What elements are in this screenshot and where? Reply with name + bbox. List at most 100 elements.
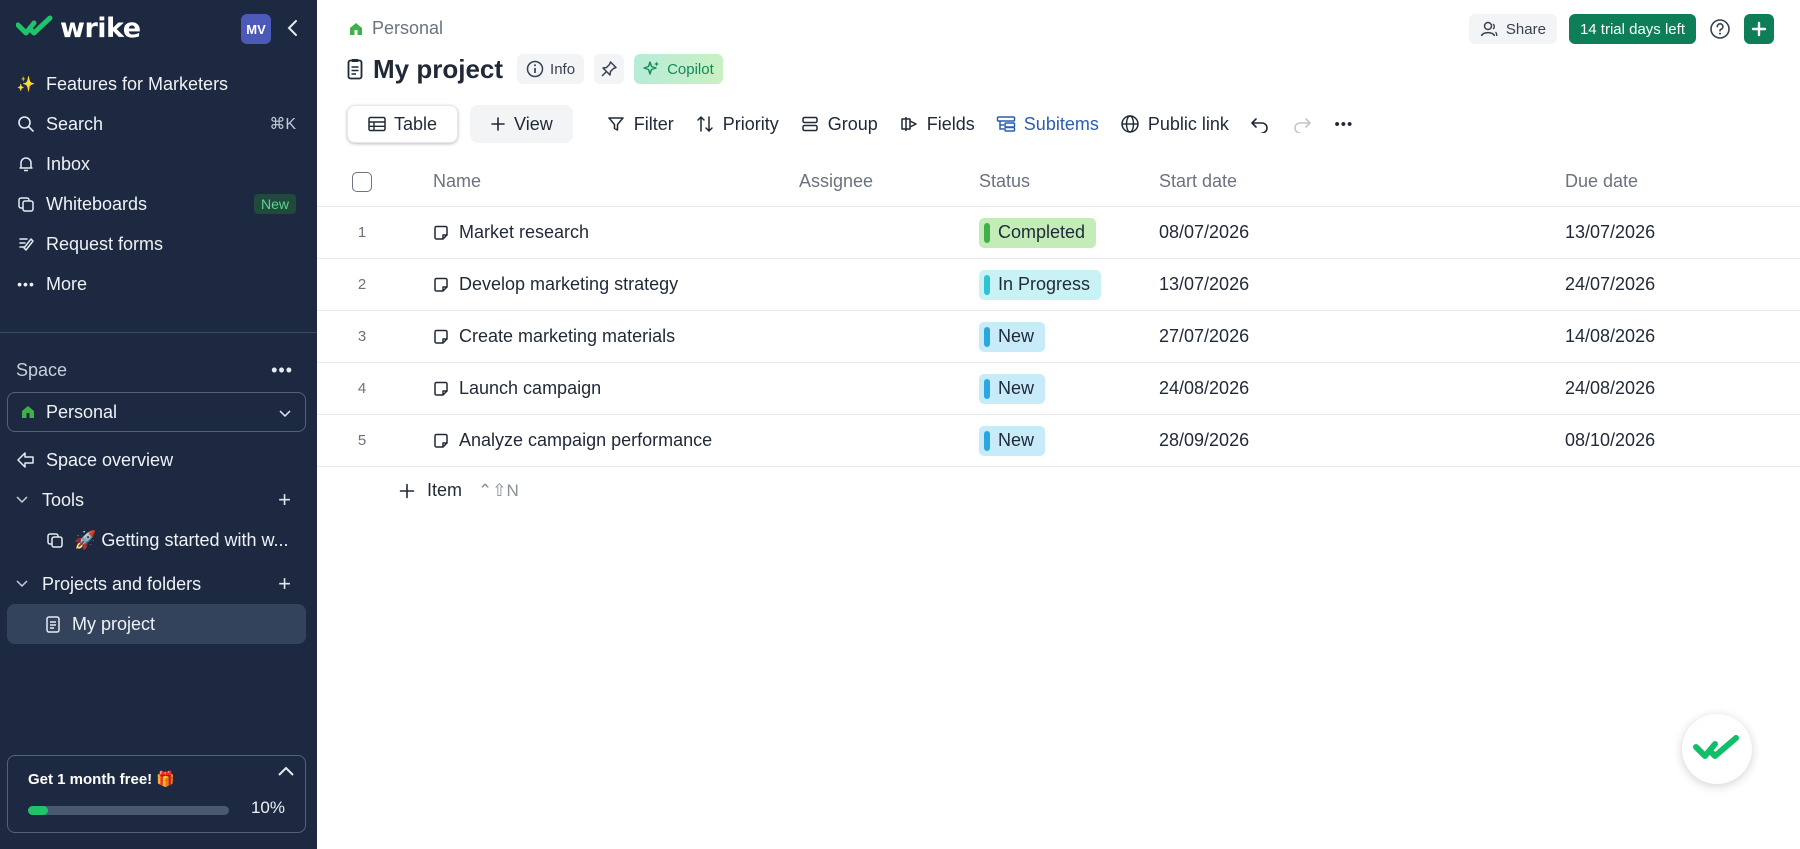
table-row[interactable]: 2 Develop marketing strategy In Progress…: [317, 259, 1800, 311]
sidebar-item-search[interactable]: Search ⌘K: [0, 104, 317, 144]
projects-section[interactable]: Projects and folders +: [0, 564, 317, 604]
task-name-cell[interactable]: Launch campaign: [433, 378, 601, 399]
create-new-button[interactable]: [1744, 14, 1774, 44]
task-icon: [434, 433, 448, 448]
sidebar-item-label: Whiteboards: [46, 193, 148, 214]
table-row[interactable]: 5 Analyze campaign performance New 28/09…: [317, 415, 1800, 467]
status-cell[interactable]: New: [979, 373, 1046, 404]
task-name-cell[interactable]: Create marketing materials: [433, 326, 675, 347]
due-date-cell[interactable]: 08/10/2026: [1565, 430, 1655, 451]
task-icon: [434, 381, 448, 396]
add-item-label: Item: [427, 480, 463, 500]
space-selector[interactable]: Personal: [7, 392, 306, 432]
new-badge: New: [253, 194, 296, 214]
collapse-sidebar-button[interactable]: [282, 16, 302, 40]
header-actions: Share 14 trial days left: [1468, 14, 1774, 44]
chevron-up-icon[interactable]: [277, 764, 295, 782]
column-header-status[interactable]: Status: [979, 171, 1030, 192]
add-project-icon[interactable]: +: [278, 571, 291, 597]
sidebar-item-inbox[interactable]: Inbox: [0, 144, 317, 184]
chevron-down-icon[interactable]: [16, 496, 28, 504]
column-header-assignee[interactable]: Assignee: [799, 171, 873, 192]
chevron-down-icon[interactable]: [16, 580, 28, 588]
start-date-cell[interactable]: 27/07/2026: [1159, 326, 1249, 347]
due-date-cell[interactable]: 14/08/2026: [1565, 326, 1655, 347]
redo-button[interactable]: [1291, 113, 1313, 135]
add-item-shortcut: ⌃⇧N: [478, 480, 519, 500]
status-badge[interactable]: Completed: [979, 217, 1097, 248]
sidebar: wrike MV ✨ Features for Marketers Search…: [0, 0, 317, 849]
due-date-cell[interactable]: 13/07/2026: [1565, 222, 1655, 243]
due-date-cell[interactable]: 24/08/2026: [1565, 378, 1655, 399]
share-button[interactable]: Share: [1468, 14, 1557, 44]
filter-button[interactable]: Filter: [605, 113, 674, 135]
pin-button[interactable]: [594, 54, 625, 84]
space-overview-item[interactable]: Space overview: [0, 440, 317, 480]
priority-button[interactable]: Priority: [694, 113, 779, 135]
subitems-icon: [995, 113, 1017, 135]
sidebar-item-whiteboards[interactable]: Whiteboards New: [0, 184, 317, 224]
wrike-logo[interactable]: wrike: [16, 13, 141, 44]
avatar[interactable]: MV: [241, 14, 271, 44]
chevron-down-icon: [279, 402, 291, 423]
status-cell[interactable]: Completed: [979, 217, 1097, 248]
help-icon[interactable]: [1708, 17, 1732, 41]
status-badge[interactable]: In Progress: [979, 269, 1102, 300]
trial-days-button[interactable]: 14 trial days left: [1568, 14, 1696, 44]
status-cell[interactable]: New: [979, 321, 1046, 352]
projects-item-my-project[interactable]: My project: [7, 604, 306, 644]
tab-table[interactable]: Table: [347, 105, 459, 143]
sidebar-divider: [0, 332, 317, 333]
task-icon: [434, 225, 448, 240]
more-options-button[interactable]: •••: [1333, 113, 1355, 135]
table-row[interactable]: 3 Create marketing materials New 27/07/2…: [317, 311, 1800, 363]
table-row[interactable]: 4 Launch campaign New 24/08/2026 24/08/2…: [317, 363, 1800, 415]
status-cell[interactable]: In Progress: [979, 269, 1102, 300]
info-button[interactable]: Info: [517, 54, 585, 84]
tools-item-getting-started[interactable]: 🚀 Getting started with w...: [0, 520, 317, 560]
start-date-cell[interactable]: 24/08/2026: [1159, 378, 1249, 399]
sidebar-item-features[interactable]: ✨ Features for Marketers: [0, 64, 317, 104]
copilot-button[interactable]: Copilot: [634, 54, 723, 84]
add-item-button[interactable]: Item ⌃⇧N: [399, 480, 519, 501]
column-header-due-date[interactable]: Due date: [1565, 171, 1638, 192]
sidebar-item-request-forms[interactable]: Request forms: [0, 224, 317, 264]
table-row[interactable]: 1 Market research Completed 08/07/2026 1…: [317, 207, 1800, 259]
task-name-cell[interactable]: Analyze campaign performance: [433, 430, 712, 451]
undo-button[interactable]: [1249, 113, 1271, 135]
tools-item-label: 🚀 Getting started with w...: [74, 529, 289, 550]
row-number: 2: [357, 276, 367, 293]
column-header-name[interactable]: Name: [433, 171, 481, 192]
due-date-cell[interactable]: 24/07/2026: [1565, 274, 1655, 295]
tools-heading: Tools: [42, 489, 85, 510]
tools-section[interactable]: Tools +: [0, 480, 317, 520]
copilot-label: Copilot: [667, 60, 714, 78]
status-label: Completed: [998, 222, 1086, 242]
space-options-icon[interactable]: •••: [271, 360, 293, 381]
user-icon: [1480, 21, 1498, 37]
start-date-cell[interactable]: 13/07/2026: [1159, 274, 1249, 295]
public-link-button[interactable]: Public link: [1119, 113, 1229, 135]
promo-card[interactable]: Get 1 month free! 🎁 10%: [7, 755, 306, 833]
select-all-checkbox[interactable]: [352, 171, 372, 192]
status-badge[interactable]: New: [979, 373, 1046, 404]
task-name-cell[interactable]: Develop marketing strategy: [433, 274, 678, 295]
fields-button[interactable]: Fields: [898, 113, 975, 135]
add-tool-icon[interactable]: +: [278, 487, 291, 513]
app-root: wrike MV ✨ Features for Marketers Search…: [0, 0, 1800, 849]
status-badge[interactable]: New: [979, 321, 1046, 352]
status-badge[interactable]: New: [979, 425, 1046, 456]
sidebar-item-more[interactable]: ••• More: [0, 264, 317, 304]
wrike-check-icon: [16, 15, 53, 36]
task-name-cell[interactable]: Market research: [433, 222, 589, 243]
status-cell[interactable]: New: [979, 425, 1046, 456]
add-view-label: View: [514, 113, 553, 134]
start-date-cell[interactable]: 08/07/2026: [1159, 222, 1249, 243]
group-button[interactable]: Group: [799, 113, 878, 135]
wrike-assistant-button[interactable]: [1682, 714, 1752, 784]
column-header-start-date[interactable]: Start date: [1159, 171, 1237, 192]
breadcrumb[interactable]: Personal: [348, 18, 443, 39]
start-date-cell[interactable]: 28/09/2026: [1159, 430, 1249, 451]
add-view-button[interactable]: View: [470, 105, 573, 143]
subitems-button[interactable]: Subitems: [995, 113, 1099, 135]
